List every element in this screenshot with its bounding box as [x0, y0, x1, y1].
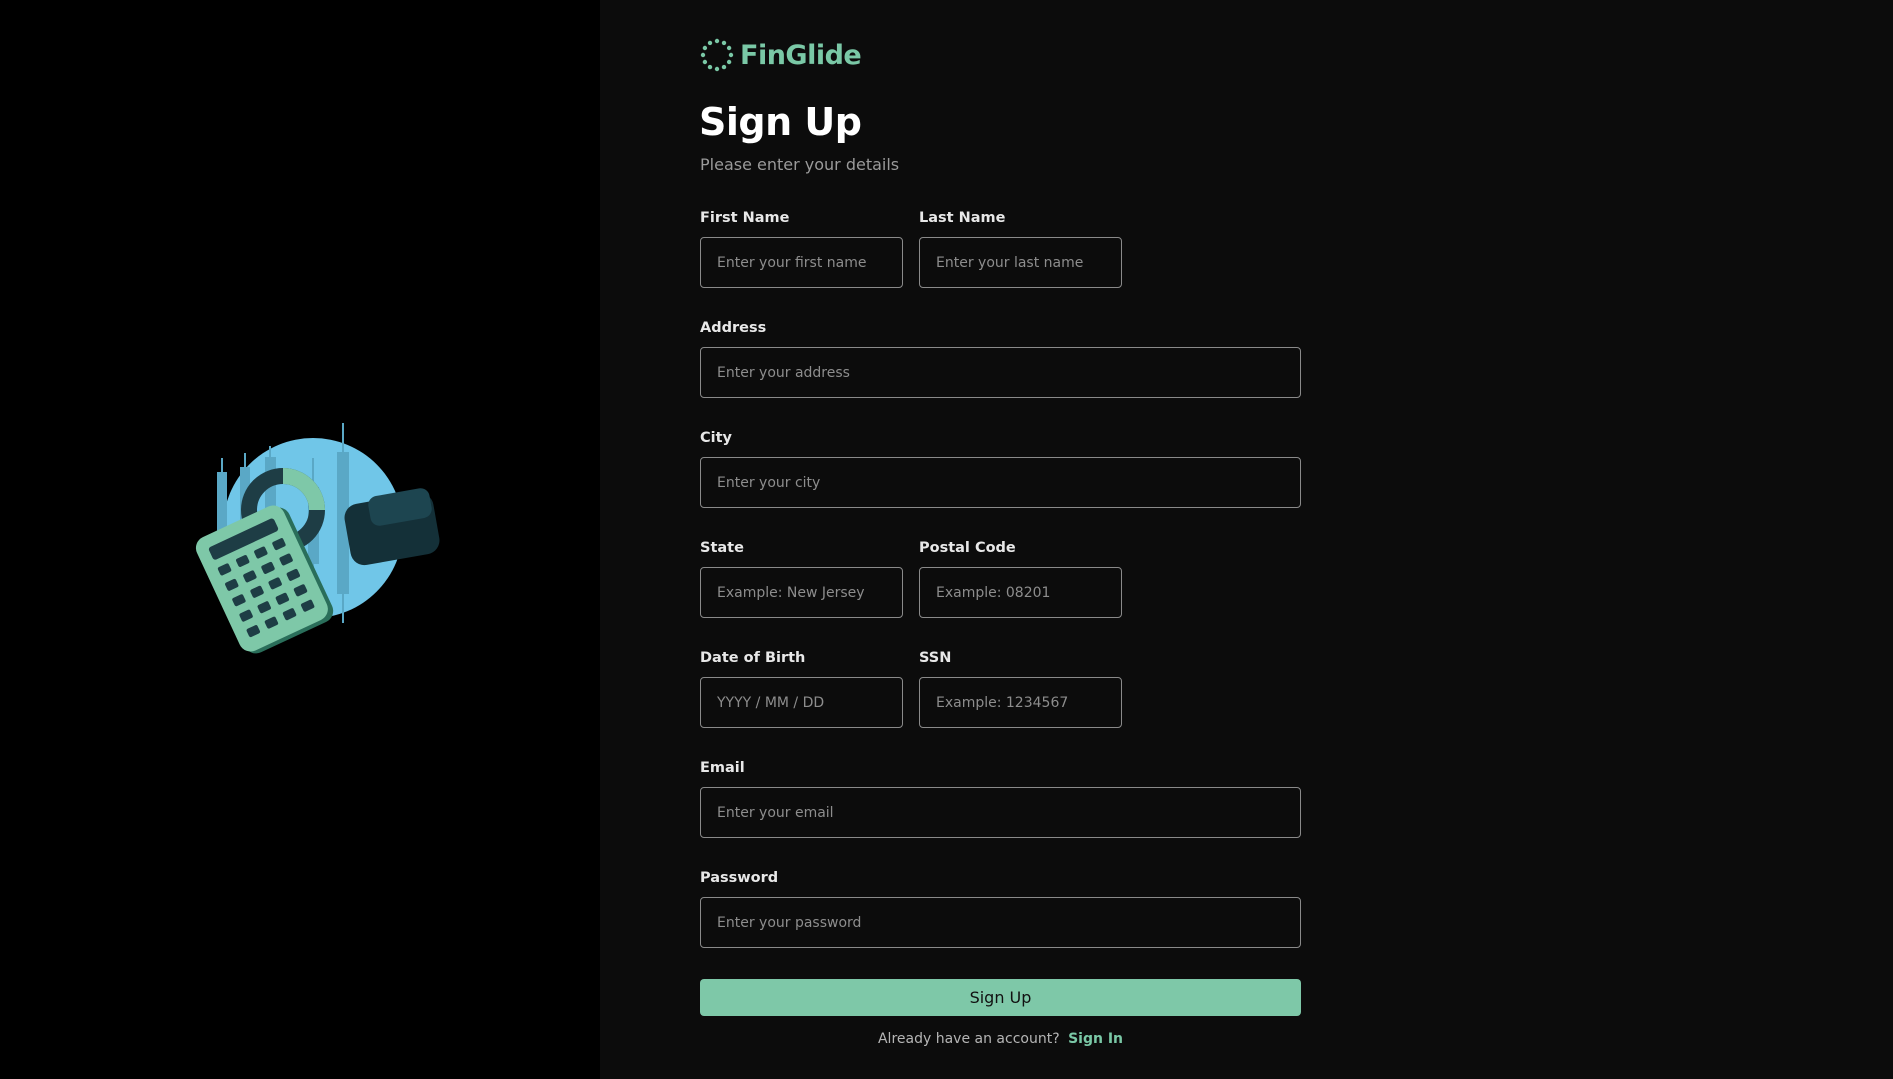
- ssn-input[interactable]: [919, 677, 1122, 728]
- dob-label: Date of Birth: [700, 650, 806, 666]
- state-input[interactable]: [700, 567, 903, 618]
- sign-in-prompt-text: Already have an account?: [877, 1031, 1060, 1047]
- last-name-label: Last Name: [919, 210, 1006, 226]
- illustration-panel: [0, 0, 600, 1079]
- password-label: Password: [700, 870, 779, 886]
- email-input[interactable]: [700, 787, 1301, 838]
- postal-code-input[interactable]: [919, 567, 1122, 618]
- state-label: State: [700, 540, 744, 556]
- city-input[interactable]: [700, 457, 1301, 508]
- city-label: City: [700, 430, 732, 446]
- page-title: Sign Up: [699, 100, 862, 144]
- address-input[interactable]: [700, 347, 1301, 398]
- first-name-input[interactable]: [700, 237, 903, 288]
- brand-logo[interactable]: FinGlide: [700, 38, 862, 72]
- address-label: Address: [700, 320, 767, 336]
- postal-code-label: Postal Code: [919, 540, 1016, 556]
- finance-illustration: [195, 423, 440, 654]
- sign-up-button[interactable]: Sign Up: [700, 979, 1301, 1016]
- first-name-label: First Name: [700, 210, 790, 226]
- sign-in-prompt: Already have an account? Sign In: [700, 1031, 1301, 1047]
- brand-name: FinGlide: [740, 39, 862, 71]
- dotted-ring-icon: [700, 38, 734, 72]
- sign-in-link[interactable]: Sign In: [1068, 1031, 1123, 1047]
- email-label: Email: [700, 760, 745, 776]
- password-input[interactable]: [700, 897, 1301, 948]
- last-name-input[interactable]: [919, 237, 1122, 288]
- page-subtitle: Please enter your details: [700, 155, 900, 174]
- ssn-label: SSN: [919, 650, 952, 666]
- dob-input[interactable]: [700, 677, 903, 728]
